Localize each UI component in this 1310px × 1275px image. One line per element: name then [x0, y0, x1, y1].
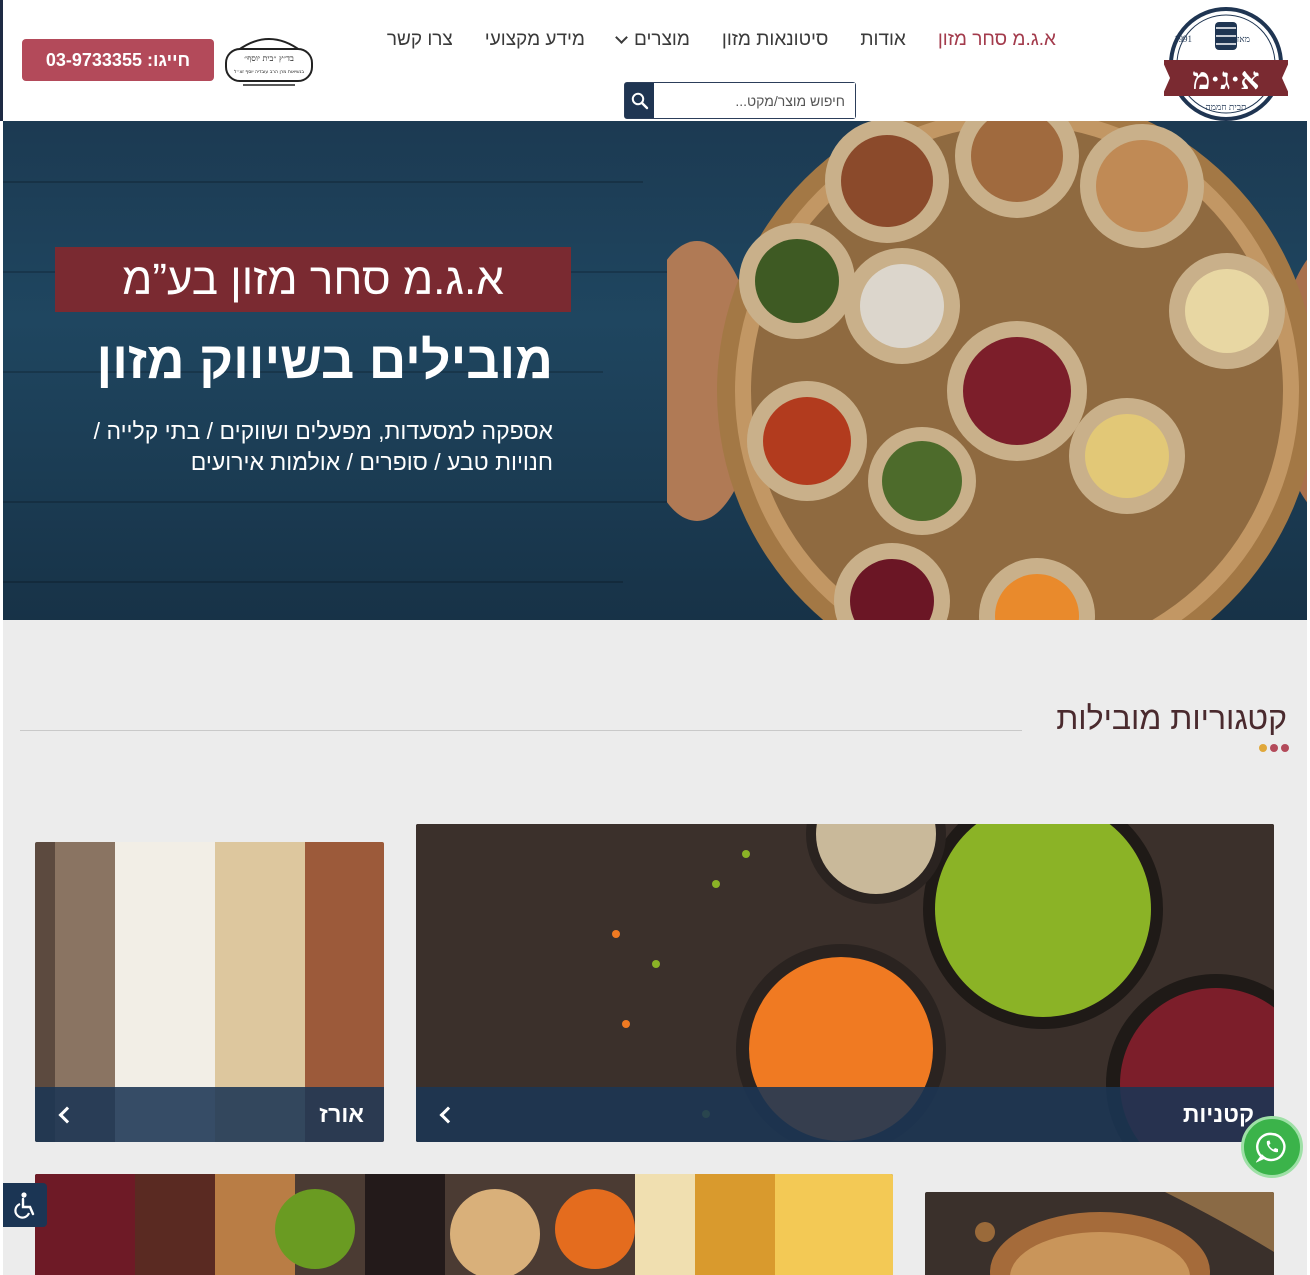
kosher-line1: בד״ץ ״בית יוסף״: [244, 54, 294, 63]
phone-call-button[interactable]: חייגו: 03-9733355: [22, 39, 214, 81]
whatsapp-button[interactable]: [1241, 1116, 1303, 1178]
logo-est: מאז: [1237, 34, 1250, 44]
nav-item-professional-info[interactable]: מידע מקצועי: [469, 28, 601, 52]
accessibility-icon: [14, 1192, 35, 1219]
chevron-down-icon: [615, 30, 628, 44]
dot: [1259, 744, 1267, 752]
hero-description: אספקה למסעדות, מפעלים ושווקים / בתי קליי…: [93, 418, 553, 475]
nav-item-about[interactable]: אודות: [844, 28, 921, 52]
search-icon: [631, 92, 648, 109]
category-card-nuts[interactable]: [925, 1192, 1274, 1275]
top-categories-section: קטגוריות מובילות קטניות אורז: [3, 620, 1307, 1275]
main-nav: א.ג.מ סחר מזון אודות סיטונאות מזון מוצרי…: [371, 28, 1072, 52]
dot: [1281, 744, 1289, 752]
category-card-dried-fruits[interactable]: [35, 1174, 893, 1275]
agm-logo[interactable]: 1991 מאז א·ג·מ תבית חממה: [1164, 6, 1288, 122]
title-dots: [1259, 744, 1289, 752]
card-caption-bar: אורז: [35, 1087, 384, 1142]
accessibility-button[interactable]: [3, 1183, 47, 1227]
search-box: [624, 82, 856, 119]
logo-tagline: תבית חממה: [1205, 102, 1246, 112]
search-input[interactable]: [654, 83, 855, 118]
dried-fruits-image: [35, 1174, 893, 1275]
category-card-legumes[interactable]: קטניות: [416, 824, 1274, 1142]
hero-title: א.ג.מ סחר מזון בע”מ: [55, 247, 571, 312]
whatsapp-icon: [1256, 1132, 1286, 1163]
hero-spices-basket-image: [667, 121, 1307, 620]
card-caption-bar: קטניות: [416, 1087, 1274, 1142]
logo-year: 1991: [1174, 34, 1192, 44]
card-label: אורז: [319, 1101, 364, 1127]
search-button[interactable]: [625, 83, 654, 118]
hero-banner: א.ג.מ סחר מזון בע”מ מובילים בשיווק מזון …: [3, 121, 1307, 620]
category-card-rice[interactable]: אורז: [35, 842, 384, 1142]
chevron-left-icon[interactable]: [439, 1106, 457, 1123]
site-header: 1991 מאז א·ג·מ תבית חממה א.ג.מ סחר מזון …: [0, 0, 1310, 121]
section-title: קטגוריות מובילות: [1056, 700, 1287, 736]
section-divider: [20, 730, 1022, 731]
nav-item-contact[interactable]: צרו קשר: [371, 28, 469, 52]
nav-item-wholesale[interactable]: סיטונאות מזון: [706, 28, 844, 52]
nav-item-products[interactable]: מוצרים: [601, 28, 706, 52]
hero-subtitle: מובילים בשיווק מזון: [96, 332, 553, 390]
chevron-left-icon[interactable]: [58, 1106, 76, 1123]
logo-name: א·ג·מ: [1193, 63, 1260, 96]
kosher-line2: בנשיאות מרן הרב עובדיה יוסף זצ״ל: [234, 69, 304, 75]
dot: [1270, 744, 1278, 752]
kosher-certificate-icon: בד״ץ ״בית יוסף״ בנשיאות מרן הרב עובדיה י…: [225, 38, 313, 86]
nuts-image: [925, 1192, 1274, 1275]
card-label: קטניות: [1182, 1101, 1254, 1127]
nav-item-home[interactable]: א.ג.מ סחר מזון: [922, 28, 1072, 52]
